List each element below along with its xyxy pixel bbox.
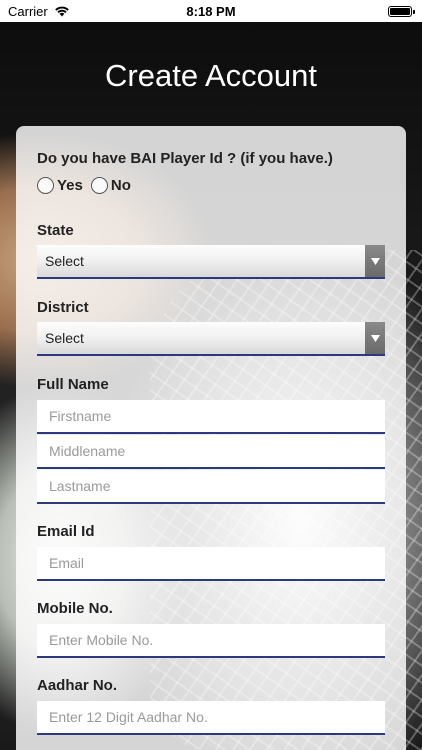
dropdown-arrow-icon[interactable]: [365, 245, 385, 277]
state-select[interactable]: Select: [37, 245, 385, 279]
district-select[interactable]: Select: [37, 322, 385, 356]
radio-yes[interactable]: [37, 177, 54, 194]
mobile-input[interactable]: Enter Mobile No.: [37, 624, 385, 658]
bai-radio-group: Yes No: [37, 177, 133, 194]
state-label: State: [37, 222, 74, 239]
status-left: Carrier: [8, 4, 70, 19]
full-name-label: Full Name: [37, 376, 109, 393]
form-card: Do you have BAI Player Id ? (if you have…: [16, 126, 406, 750]
battery-icon: [388, 5, 415, 17]
district-select-value: Select: [45, 330, 84, 346]
radio-no[interactable]: [90, 177, 108, 194]
radio-yes-label: Yes: [57, 177, 83, 194]
mobile-label: Mobile No.: [37, 600, 113, 617]
lastname-input[interactable]: Lastname: [37, 470, 385, 504]
bai-option-yes[interactable]: Yes: [37, 177, 83, 194]
email-input[interactable]: Email: [37, 547, 385, 581]
email-label: Email Id: [37, 523, 95, 540]
state-select-value: Select: [45, 253, 84, 269]
lastname-placeholder: Lastname: [49, 478, 111, 494]
dropdown-arrow-icon[interactable]: [365, 322, 385, 354]
wifi-icon: [54, 6, 69, 17]
district-label: District: [37, 299, 89, 316]
middlename-input[interactable]: Middlename: [37, 435, 385, 469]
email-placeholder: Email: [49, 555, 85, 571]
radio-no-label: No: [110, 177, 131, 194]
page-title: Create Account: [105, 58, 317, 93]
carrier-label: Carrier: [8, 3, 48, 19]
firstname-input[interactable]: Firstname: [37, 400, 385, 434]
aadhar-input[interactable]: Enter 12 Digit Aadhar No.: [37, 701, 385, 735]
aadhar-placeholder: Enter 12 Digit Aadhar No.: [49, 709, 208, 725]
bai-option-no[interactable]: No: [90, 177, 131, 194]
mobile-placeholder: Enter Mobile No.: [49, 632, 154, 648]
firstname-placeholder: Firstname: [49, 408, 112, 424]
aadhar-label: Aadhar No.: [37, 677, 118, 694]
status-bar: Carrier 8:18 PM: [0, 0, 422, 22]
bai-question-label: Do you have BAI Player Id ? (if you have…: [37, 150, 333, 167]
middlename-placeholder: Middlename: [49, 443, 126, 459]
